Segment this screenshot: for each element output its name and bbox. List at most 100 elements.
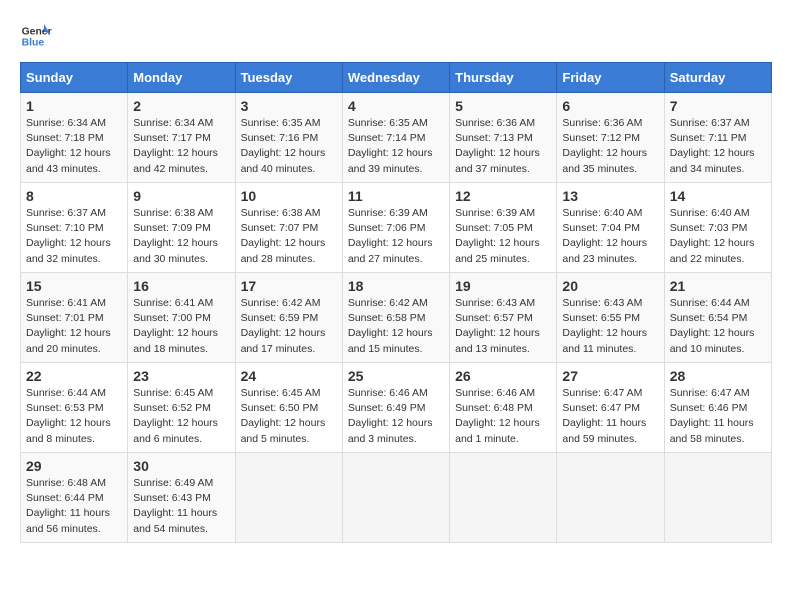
day-number: 22 <box>26 368 122 384</box>
calendar-cell: 6 Sunrise: 6:36 AM Sunset: 7:12 PM Daylig… <box>557 93 664 183</box>
day-number: 14 <box>670 188 766 204</box>
day-info: Sunrise: 6:49 AM Sunset: 6:43 PM Dayligh… <box>133 476 229 537</box>
day-number: 24 <box>241 368 337 384</box>
day-info: Sunrise: 6:40 AM Sunset: 7:03 PM Dayligh… <box>670 206 766 267</box>
day-number: 3 <box>241 98 337 114</box>
logo-icon: General Blue <box>20 20 52 52</box>
day-number: 4 <box>348 98 444 114</box>
day-info: Sunrise: 6:37 AM Sunset: 7:11 PM Dayligh… <box>670 116 766 177</box>
weekday-header-wednesday: Wednesday <box>342 63 449 93</box>
day-info: Sunrise: 6:42 AM Sunset: 6:58 PM Dayligh… <box>348 296 444 357</box>
day-number: 26 <box>455 368 551 384</box>
day-info: Sunrise: 6:47 AM Sunset: 6:46 PM Dayligh… <box>670 386 766 447</box>
calendar-cell: 17 Sunrise: 6:42 AM Sunset: 6:59 PM Dayli… <box>235 273 342 363</box>
calendar-cell: 10 Sunrise: 6:38 AM Sunset: 7:07 PM Dayli… <box>235 183 342 273</box>
day-number: 6 <box>562 98 658 114</box>
day-number: 28 <box>670 368 766 384</box>
day-info: Sunrise: 6:37 AM Sunset: 7:10 PM Dayligh… <box>26 206 122 267</box>
day-info: Sunrise: 6:47 AM Sunset: 6:47 PM Dayligh… <box>562 386 658 447</box>
calendar-cell: 27Sunrise: 6:47 AM Sunset: 6:47 PM Dayli… <box>557 363 664 453</box>
calendar-cell <box>235 453 342 543</box>
day-info: Sunrise: 6:35 AM Sunset: 7:14 PM Dayligh… <box>348 116 444 177</box>
day-number: 2 <box>133 98 229 114</box>
day-info: Sunrise: 6:43 AM Sunset: 6:57 PM Dayligh… <box>455 296 551 357</box>
calendar-cell: 29Sunrise: 6:48 AM Sunset: 6:44 PM Dayli… <box>21 453 128 543</box>
calendar-cell: 28 Sunrise: 6:47 AM Sunset: 6:46 PM Dayli… <box>664 363 771 453</box>
calendar-cell: 30 Sunrise: 6:49 AM Sunset: 6:43 PM Dayli… <box>128 453 235 543</box>
day-number: 16 <box>133 278 229 294</box>
calendar-cell: 7 Sunrise: 6:37 AM Sunset: 7:11 PM Daylig… <box>664 93 771 183</box>
calendar-table: SundayMondayTuesdayWednesdayThursdayFrid… <box>20 62 772 543</box>
calendar-cell: 23 Sunrise: 6:45 AM Sunset: 6:52 PM Dayli… <box>128 363 235 453</box>
page-header: General Blue <box>20 20 772 52</box>
calendar-cell: 13 Sunrise: 6:40 AM Sunset: 7:04 PM Dayli… <box>557 183 664 273</box>
day-number: 8 <box>26 188 122 204</box>
weekday-header-monday: Monday <box>128 63 235 93</box>
calendar-cell: 22 Sunrise: 6:44 AM Sunset: 6:53 PM Dayli… <box>21 363 128 453</box>
day-info: Sunrise: 6:41 AM Sunset: 7:01 PM Dayligh… <box>26 296 122 357</box>
day-info: Sunrise: 6:44 AM Sunset: 6:53 PM Dayligh… <box>26 386 122 447</box>
svg-text:Blue: Blue <box>22 38 45 49</box>
day-info: Sunrise: 6:42 AM Sunset: 6:59 PM Dayligh… <box>241 296 337 357</box>
day-number: 10 <box>241 188 337 204</box>
day-number: 23 <box>133 368 229 384</box>
day-number: 7 <box>670 98 766 114</box>
day-number: 25 <box>348 368 444 384</box>
day-number: 19 <box>455 278 551 294</box>
calendar-cell: 20Sunrise: 6:43 AM Sunset: 6:55 PM Dayli… <box>557 273 664 363</box>
calendar-cell: 16Sunrise: 6:41 AM Sunset: 7:00 PM Dayli… <box>128 273 235 363</box>
calendar-cell: 8 Sunrise: 6:37 AM Sunset: 7:10 PM Daylig… <box>21 183 128 273</box>
calendar-cell: 1 Sunrise: 6:34 AM Sunset: 7:18 PM Daylig… <box>21 93 128 183</box>
calendar-cell: 18 Sunrise: 6:42 AM Sunset: 6:58 PM Dayli… <box>342 273 449 363</box>
weekday-header-friday: Friday <box>557 63 664 93</box>
calendar-week-0: 1 Sunrise: 6:34 AM Sunset: 7:18 PM Daylig… <box>21 93 772 183</box>
calendar-cell: 24 Sunrise: 6:45 AM Sunset: 6:50 PM Dayli… <box>235 363 342 453</box>
calendar-cell: 26 Sunrise: 6:46 AM Sunset: 6:48 PM Dayli… <box>450 363 557 453</box>
day-number: 20 <box>562 278 658 294</box>
day-info: Sunrise: 6:46 AM Sunset: 6:48 PM Dayligh… <box>455 386 551 447</box>
day-info: Sunrise: 6:35 AM Sunset: 7:16 PM Dayligh… <box>241 116 337 177</box>
day-number: 1 <box>26 98 122 114</box>
day-info: Sunrise: 6:46 AM Sunset: 6:49 PM Dayligh… <box>348 386 444 447</box>
calendar-cell: 5 Sunrise: 6:36 AM Sunset: 7:13 PM Daylig… <box>450 93 557 183</box>
day-info: Sunrise: 6:34 AM Sunset: 7:18 PM Dayligh… <box>26 116 122 177</box>
day-info: Sunrise: 6:39 AM Sunset: 7:06 PM Dayligh… <box>348 206 444 267</box>
day-info: Sunrise: 6:39 AM Sunset: 7:05 PM Dayligh… <box>455 206 551 267</box>
calendar-cell <box>342 453 449 543</box>
calendar-cell: 9Sunrise: 6:38 AM Sunset: 7:09 PM Daylig… <box>128 183 235 273</box>
day-number: 21 <box>670 278 766 294</box>
day-number: 15 <box>26 278 122 294</box>
day-info: Sunrise: 6:48 AM Sunset: 6:44 PM Dayligh… <box>26 476 122 537</box>
calendar-cell: 15 Sunrise: 6:41 AM Sunset: 7:01 PM Dayli… <box>21 273 128 363</box>
day-number: 30 <box>133 458 229 474</box>
weekday-header-thursday: Thursday <box>450 63 557 93</box>
day-info: Sunrise: 6:45 AM Sunset: 6:50 PM Dayligh… <box>241 386 337 447</box>
day-number: 13 <box>562 188 658 204</box>
calendar-cell: 21 Sunrise: 6:44 AM Sunset: 6:54 PM Dayli… <box>664 273 771 363</box>
day-info: Sunrise: 6:38 AM Sunset: 7:07 PM Dayligh… <box>241 206 337 267</box>
day-info: Sunrise: 6:36 AM Sunset: 7:12 PM Dayligh… <box>562 116 658 177</box>
calendar-cell: 14 Sunrise: 6:40 AM Sunset: 7:03 PM Dayli… <box>664 183 771 273</box>
calendar-cell <box>664 453 771 543</box>
day-info: Sunrise: 6:40 AM Sunset: 7:04 PM Dayligh… <box>562 206 658 267</box>
day-info: Sunrise: 6:36 AM Sunset: 7:13 PM Dayligh… <box>455 116 551 177</box>
calendar-cell: 19 Sunrise: 6:43 AM Sunset: 6:57 PM Dayli… <box>450 273 557 363</box>
weekday-header-sunday: Sunday <box>21 63 128 93</box>
day-info: Sunrise: 6:38 AM Sunset: 7:09 PM Dayligh… <box>133 206 229 267</box>
calendar-cell: 12Sunrise: 6:39 AM Sunset: 7:05 PM Dayli… <box>450 183 557 273</box>
calendar-cell: 2 Sunrise: 6:34 AM Sunset: 7:17 PM Daylig… <box>128 93 235 183</box>
day-number: 17 <box>241 278 337 294</box>
calendar-week-4: 29Sunrise: 6:48 AM Sunset: 6:44 PM Dayli… <box>21 453 772 543</box>
calendar-week-3: 22 Sunrise: 6:44 AM Sunset: 6:53 PM Dayli… <box>21 363 772 453</box>
day-info: Sunrise: 6:34 AM Sunset: 7:17 PM Dayligh… <box>133 116 229 177</box>
day-info: Sunrise: 6:45 AM Sunset: 6:52 PM Dayligh… <box>133 386 229 447</box>
calendar-week-2: 15 Sunrise: 6:41 AM Sunset: 7:01 PM Dayli… <box>21 273 772 363</box>
calendar-week-1: 8 Sunrise: 6:37 AM Sunset: 7:10 PM Daylig… <box>21 183 772 273</box>
day-info: Sunrise: 6:44 AM Sunset: 6:54 PM Dayligh… <box>670 296 766 357</box>
day-number: 5 <box>455 98 551 114</box>
calendar-cell: 4 Sunrise: 6:35 AM Sunset: 7:14 PM Daylig… <box>342 93 449 183</box>
calendar-cell: 11 Sunrise: 6:39 AM Sunset: 7:06 PM Dayli… <box>342 183 449 273</box>
day-number: 11 <box>348 188 444 204</box>
calendar-cell <box>450 453 557 543</box>
day-number: 18 <box>348 278 444 294</box>
